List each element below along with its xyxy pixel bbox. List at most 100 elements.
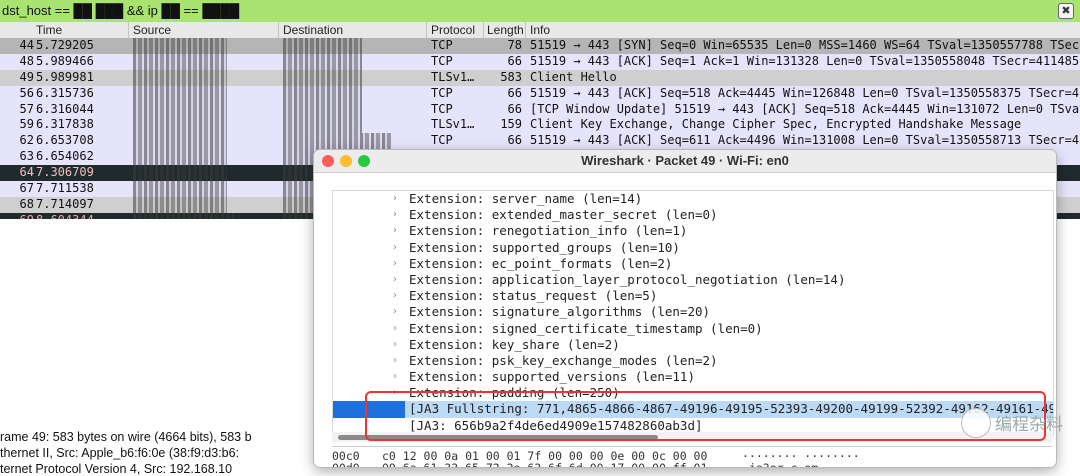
column-divider[interactable]: [278, 22, 279, 38]
packet-no: 56: [19, 85, 34, 100]
column-time[interactable]: Time: [36, 23, 62, 37]
packet-dst: 160.███.███: [283, 69, 363, 86]
tree-item[interactable]: › Extension: renegotiation_info (len=1): [333, 223, 1053, 239]
display-filter-bar[interactable]: dst_host == ██ ███ && ip ██ == ████ ✖: [0, 0, 1080, 23]
packet-proto: TCP: [431, 85, 453, 100]
packet-row[interactable]: 576.316044 1█.███.██ █00 1██.███.███ TCP 66 […: [0, 101, 1080, 118]
packet-info: Client Key Exchange, Change Cipher Spec,…: [530, 117, 1022, 132]
chevron-right-icon[interactable]: ›: [393, 240, 397, 256]
column-info[interactable]: Info: [530, 23, 550, 37]
wechat-icon: [961, 408, 991, 438]
packet-row[interactable]: 596.317838 1█.███.██ █00 1██.███.███ TLSv1……: [0, 117, 1080, 134]
chevron-right-icon[interactable]: ›: [393, 337, 397, 353]
packet-proto: TLSv1…: [431, 117, 475, 132]
packet-src: 1█.███.██ █00: [133, 101, 227, 118]
column-destination[interactable]: Destination: [283, 23, 343, 37]
column-source[interactable]: Source: [133, 23, 171, 37]
tree-item[interactable]: › Extension: ec_point_formats (len=2): [333, 256, 1053, 272]
packet-src: 1█.███.██ █00: [133, 53, 227, 70]
packet-no: 68: [19, 196, 34, 211]
packet-row[interactable]: 626.653708 1█.███.██ █00 1██.███.235.180 TC…: [0, 133, 1080, 150]
tree-item[interactable]: › Extension: signature_algorithms (len=20…: [333, 304, 1053, 320]
packet-no: 69: [12, 213, 34, 219]
packet-time: 6.654062: [36, 149, 94, 164]
column-divider[interactable]: [483, 22, 484, 38]
tree-item[interactable]: › Extension: key_share (len=2): [333, 337, 1053, 353]
packet-info: Client Hello: [530, 69, 617, 84]
packet-src: 1█.███.██ █00: [133, 117, 227, 134]
column-divider[interactable]: [128, 22, 129, 38]
packet-no: 62: [19, 133, 34, 148]
tree-item[interactable]: › Extension: supported_versions (len=11): [333, 369, 1053, 385]
tree-item-label: Extension: extended_master_secret (len=0…: [409, 207, 718, 223]
packet-src: 1█.███.██ ███: [133, 196, 227, 213]
packet-no: 49: [19, 69, 34, 84]
packet-time: 8.604344: [36, 213, 94, 219]
hex-bytes: 09 6a 61 33 65 72 2e 63 6f 6d 00 17 00 0…: [382, 461, 707, 467]
watermark-logo: 编程杂料: [955, 404, 1073, 440]
packet-dst: 1██.███.███: [283, 117, 363, 134]
tree-item[interactable]: › Extension: server_name (len=14): [333, 191, 1053, 207]
packet-row[interactable]: 485.989466 1█.███.██ █00 160.███.███ TCP 66 5…: [0, 53, 1080, 70]
packet-row[interactable]: 495.989981 1█.███.██ █00 160.███.███ TLSv1……: [0, 69, 1080, 86]
tree-item-label: Extension: ec_point_formats (len=2): [409, 255, 673, 271]
packet-no: 48: [19, 53, 34, 68]
chevron-right-icon[interactable]: ›: [393, 304, 397, 320]
hex-ascii: ·ja3er.c om······: [742, 461, 860, 467]
packet-dst: 160.███.███: [283, 38, 363, 54]
packet-src: 1█.███.██ █00: [133, 133, 227, 150]
tree-item[interactable]: › Extension: supported_groups (len=10): [333, 240, 1053, 256]
chevron-right-icon[interactable]: ›: [393, 191, 397, 207]
column-protocol[interactable]: Protocol: [431, 23, 475, 37]
packet-len: 66: [507, 85, 522, 100]
ja3-highlight-box: [365, 391, 1046, 441]
packet-time: 7.714097: [36, 196, 94, 211]
packet-len: 66: [507, 133, 522, 148]
chevron-right-icon[interactable]: ›: [393, 321, 397, 337]
tree-item-label: Extension: signed_certificate_timestamp …: [409, 320, 763, 336]
chevron-right-icon[interactable]: ›: [393, 207, 397, 223]
chevron-right-icon[interactable]: ›: [393, 353, 397, 369]
ip-summary[interactable]: ternet Protocol Version 4, Src: 192.168.…: [0, 462, 232, 476]
tree-item-label: Extension: psk_key_exchange_modes (len=2…: [409, 352, 718, 368]
packet-proto: TCP: [431, 133, 453, 148]
packet-no: 64: [19, 165, 34, 180]
packet-time: 5.989466: [36, 53, 94, 68]
window-titlebar[interactable]: Wireshark · Packet 49 · Wi-Fi: en0: [314, 150, 1056, 173]
packet-time: 5.729205: [36, 38, 94, 52]
chevron-right-icon[interactable]: ›: [393, 288, 397, 304]
frame-summary[interactable]: rame 49: 583 bytes on wire (4664 bits), …: [0, 430, 252, 444]
packet-proto: TLSv1…: [431, 69, 475, 84]
column-length[interactable]: Length: [487, 23, 524, 37]
packet-time: 6.317838: [36, 117, 94, 132]
clear-filter-icon[interactable]: ✖: [1058, 3, 1074, 19]
display-filter-input[interactable]: dst_host == ██ ███ && ip ██ == ████: [2, 3, 239, 18]
column-divider[interactable]: [525, 22, 526, 38]
chevron-right-icon[interactable]: ›: [393, 369, 397, 385]
ethernet-summary[interactable]: thernet II, Src: Apple_b6:f6:0e (38:f9:d…: [0, 446, 239, 460]
packet-time: 6.316044: [36, 101, 94, 116]
packet-len: 159: [500, 117, 522, 132]
packet-time: 7.711538: [36, 181, 94, 196]
tree-item[interactable]: › Extension: status_request (len=5): [333, 288, 1053, 304]
packet-src: 1█.███.██ ███: [133, 181, 227, 197]
tree-item[interactable]: › Extension: application_layer_protocol_n…: [333, 272, 1053, 288]
packet-row[interactable]: 566.315736 1█.███.██ █00 16█.███.███ TCP 66 5…: [0, 85, 1080, 102]
chevron-right-icon[interactable]: ›: [393, 256, 397, 272]
packet-info: 51519 → 443 [ACK] Seq=611 Ack=4496 Win=1…: [530, 133, 1080, 148]
packet-time: 7.306709: [36, 165, 94, 180]
tree-item[interactable]: › Extension: extended_master_secret (len=…: [333, 207, 1053, 223]
chevron-right-icon[interactable]: ›: [393, 272, 397, 288]
packet-proto: TCP: [431, 101, 453, 116]
tree-item[interactable]: › Extension: psk_key_exchange_modes (len=…: [333, 353, 1053, 369]
chevron-right-icon[interactable]: ›: [393, 223, 397, 239]
packet-no: 59: [19, 117, 34, 132]
packet-dst: 1██.███.███: [283, 101, 363, 118]
packet-row[interactable]: 445.729205 1█.███.██ █00 160.███.███ TCP 78 5…: [0, 38, 1080, 54]
tree-item[interactable]: › Extension: signed_certificate_timestamp…: [333, 321, 1053, 337]
packet-dst: 1██.███.235.180: [283, 133, 392, 150]
packet-no: 44: [19, 38, 34, 52]
packet-src: 1█.███.██ █00: [133, 149, 227, 166]
packet-len: 66: [507, 53, 522, 68]
column-divider[interactable]: [426, 22, 427, 38]
